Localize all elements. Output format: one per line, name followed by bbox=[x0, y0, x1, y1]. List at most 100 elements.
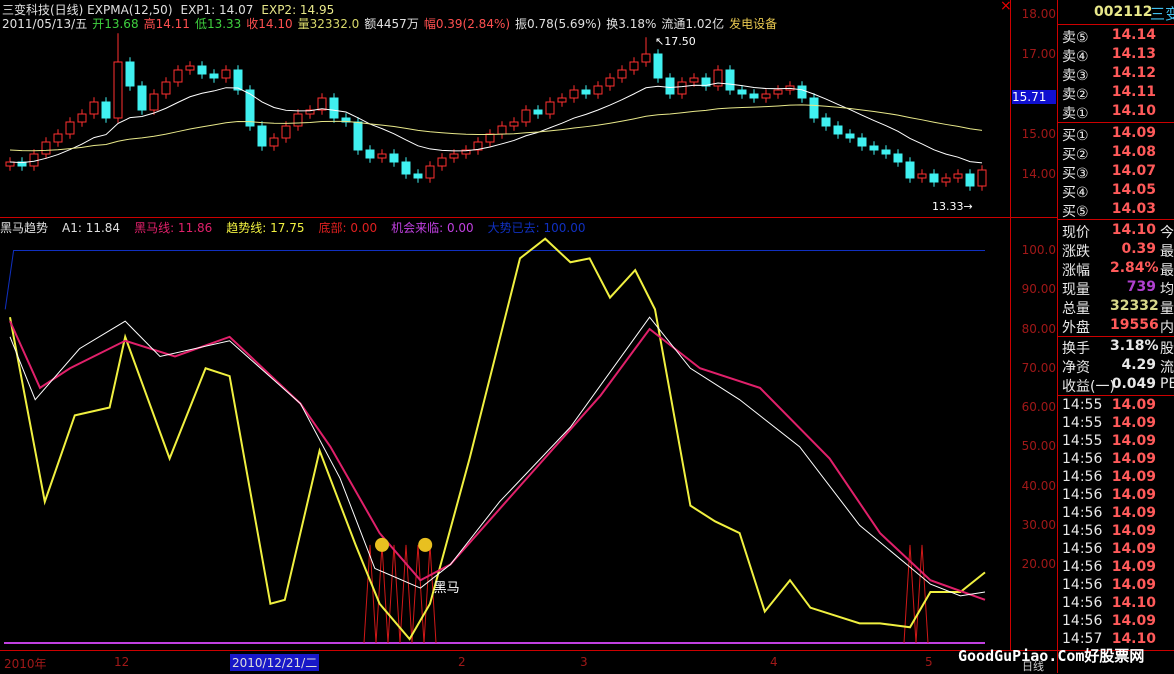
row-value: 14.11 bbox=[1111, 84, 1156, 100]
candle-down bbox=[389, 153, 399, 163]
row-label: 涨幅 bbox=[1062, 263, 1090, 279]
candle-up bbox=[113, 61, 123, 119]
row-value: 14.07 bbox=[1111, 163, 1156, 179]
candle-up bbox=[497, 125, 507, 135]
indicator-line-A1 bbox=[9, 316, 986, 597]
bid-row: 买② 14.08 bbox=[1062, 144, 1174, 163]
ohlc-info-line: 2011/05/13/五 开13.68 高14.11 低13.33 收14.10 量323… bbox=[2, 15, 782, 32]
row-value: 0.39 bbox=[1121, 241, 1156, 257]
candle-down bbox=[809, 97, 819, 119]
trade-tick-row: 14:55 14.09 bbox=[1062, 397, 1174, 415]
quote-panel: 002112 三变 卖⑤ 14.14 卖④ 14.13 卖③ 14.12 卖② 14.11 卖①… bbox=[1058, 0, 1174, 673]
candle-up bbox=[221, 69, 231, 79]
candle-up bbox=[545, 101, 555, 115]
row-label: 14:56 bbox=[1062, 541, 1103, 557]
row-value: 14.09 bbox=[1111, 415, 1156, 431]
trade-tick-row: 14:55 14.09 bbox=[1062, 433, 1174, 451]
header-field: 趋势线: 17.75 bbox=[226, 221, 305, 235]
close-icon[interactable]: × bbox=[1000, 0, 1012, 14]
row-label: 现价 bbox=[1062, 225, 1090, 241]
row-value: 14.10 bbox=[1111, 631, 1156, 647]
candle-down bbox=[869, 145, 879, 151]
candle-up bbox=[65, 121, 75, 135]
row-value: 14.08 bbox=[1111, 144, 1156, 160]
panel-separator bbox=[1058, 24, 1174, 25]
panel-separator bbox=[1058, 219, 1174, 220]
candle-up bbox=[29, 153, 39, 167]
row-value: 14.09 bbox=[1111, 559, 1156, 575]
candle-down bbox=[665, 77, 675, 95]
row-value: 14.09 bbox=[1111, 125, 1156, 141]
indicator-line-趋势线 bbox=[9, 237, 986, 641]
candle-up bbox=[761, 93, 771, 99]
date-label: 12 bbox=[114, 655, 130, 669]
candle-up bbox=[617, 69, 627, 79]
header-field: 黑马线: 11.86 bbox=[134, 221, 213, 235]
row-value: 3.18% bbox=[1110, 338, 1159, 354]
candle-down bbox=[581, 89, 591, 95]
stat-row: 现价 14.10 今 bbox=[1062, 222, 1174, 241]
header-field: 幅0.39(2.84%) bbox=[423, 17, 511, 31]
trade-tick-row: 14:56 14.09 bbox=[1062, 469, 1174, 487]
axis-divider bbox=[1010, 0, 1011, 650]
stat-row: 收益(一) 0.049 PE bbox=[1062, 376, 1174, 395]
trade-tick-row: 14:56 14.09 bbox=[1062, 613, 1174, 631]
row-extra: 均 bbox=[1160, 282, 1174, 298]
signal-label: 黑马 bbox=[434, 581, 460, 596]
candle-down bbox=[833, 125, 843, 135]
candle-up bbox=[569, 89, 579, 99]
header-field: 2011/05/13/五 bbox=[2, 17, 88, 31]
candle-down bbox=[101, 101, 111, 119]
panel-separator bbox=[1058, 336, 1174, 337]
bottom-signal-bar bbox=[387, 544, 401, 644]
bottom-signal-bar bbox=[411, 544, 425, 644]
candle-up bbox=[917, 173, 927, 179]
indicator-line-黑马线 bbox=[9, 320, 986, 601]
candle-down bbox=[737, 89, 747, 95]
candle-up bbox=[593, 85, 603, 95]
smiley-icon bbox=[418, 537, 433, 552]
ask-row: 卖③ 14.12 bbox=[1062, 65, 1174, 84]
trade-tick-row: 14:55 14.09 bbox=[1062, 415, 1174, 433]
row-label: 14:56 bbox=[1062, 487, 1103, 503]
row-extra: 内 bbox=[1160, 320, 1174, 336]
indicator-tick: 60.00 bbox=[1021, 400, 1056, 414]
row-value: 14.09 bbox=[1111, 523, 1156, 539]
header-field: 收14.10 bbox=[246, 17, 293, 31]
candle-up bbox=[77, 113, 87, 123]
smiley-icon bbox=[375, 537, 389, 552]
chart-canvas[interactable]: ↖17.50 13.33→ 黑马 bbox=[0, 0, 1010, 673]
row-value: 14.05 bbox=[1111, 182, 1156, 198]
panel-separator bbox=[1058, 395, 1174, 396]
candle-down bbox=[893, 153, 903, 163]
row-value: 0.049 bbox=[1111, 376, 1156, 392]
header-field: 高14.11 bbox=[143, 17, 190, 31]
trade-tick-row: 14:56 14.09 bbox=[1062, 487, 1174, 505]
candle-up bbox=[557, 97, 567, 103]
row-label: 卖④ bbox=[1062, 49, 1089, 65]
candle-up bbox=[281, 125, 291, 139]
candle-up bbox=[377, 153, 387, 159]
candle-up bbox=[977, 169, 987, 187]
row-value: 14.03 bbox=[1111, 201, 1156, 217]
indicator-tick: 50.00 bbox=[1021, 439, 1056, 454]
candle-up bbox=[509, 121, 519, 127]
candle-up bbox=[185, 65, 195, 71]
row-label: 买③ bbox=[1062, 166, 1089, 182]
candle-up bbox=[293, 113, 303, 127]
header-field: 黑马趋势 bbox=[0, 221, 49, 235]
indicator-tick: 90.00 bbox=[1021, 282, 1056, 297]
candle-down bbox=[653, 53, 663, 79]
header-field: 机会来临: 0.00 bbox=[391, 221, 474, 235]
row-value: 14.09 bbox=[1111, 487, 1156, 503]
candle-down bbox=[725, 69, 735, 91]
candle-down bbox=[401, 161, 411, 175]
row-value: 14.10 bbox=[1111, 103, 1156, 119]
row-label: 卖⑤ bbox=[1062, 30, 1089, 46]
candle-up bbox=[437, 157, 447, 167]
header-field: 振0.78(5.69%) bbox=[515, 17, 602, 31]
row-value: 14.09 bbox=[1111, 541, 1156, 557]
row-label: 买① bbox=[1062, 128, 1089, 144]
panel-separator bbox=[1058, 122, 1174, 123]
bid-row: 买④ 14.05 bbox=[1062, 182, 1174, 201]
